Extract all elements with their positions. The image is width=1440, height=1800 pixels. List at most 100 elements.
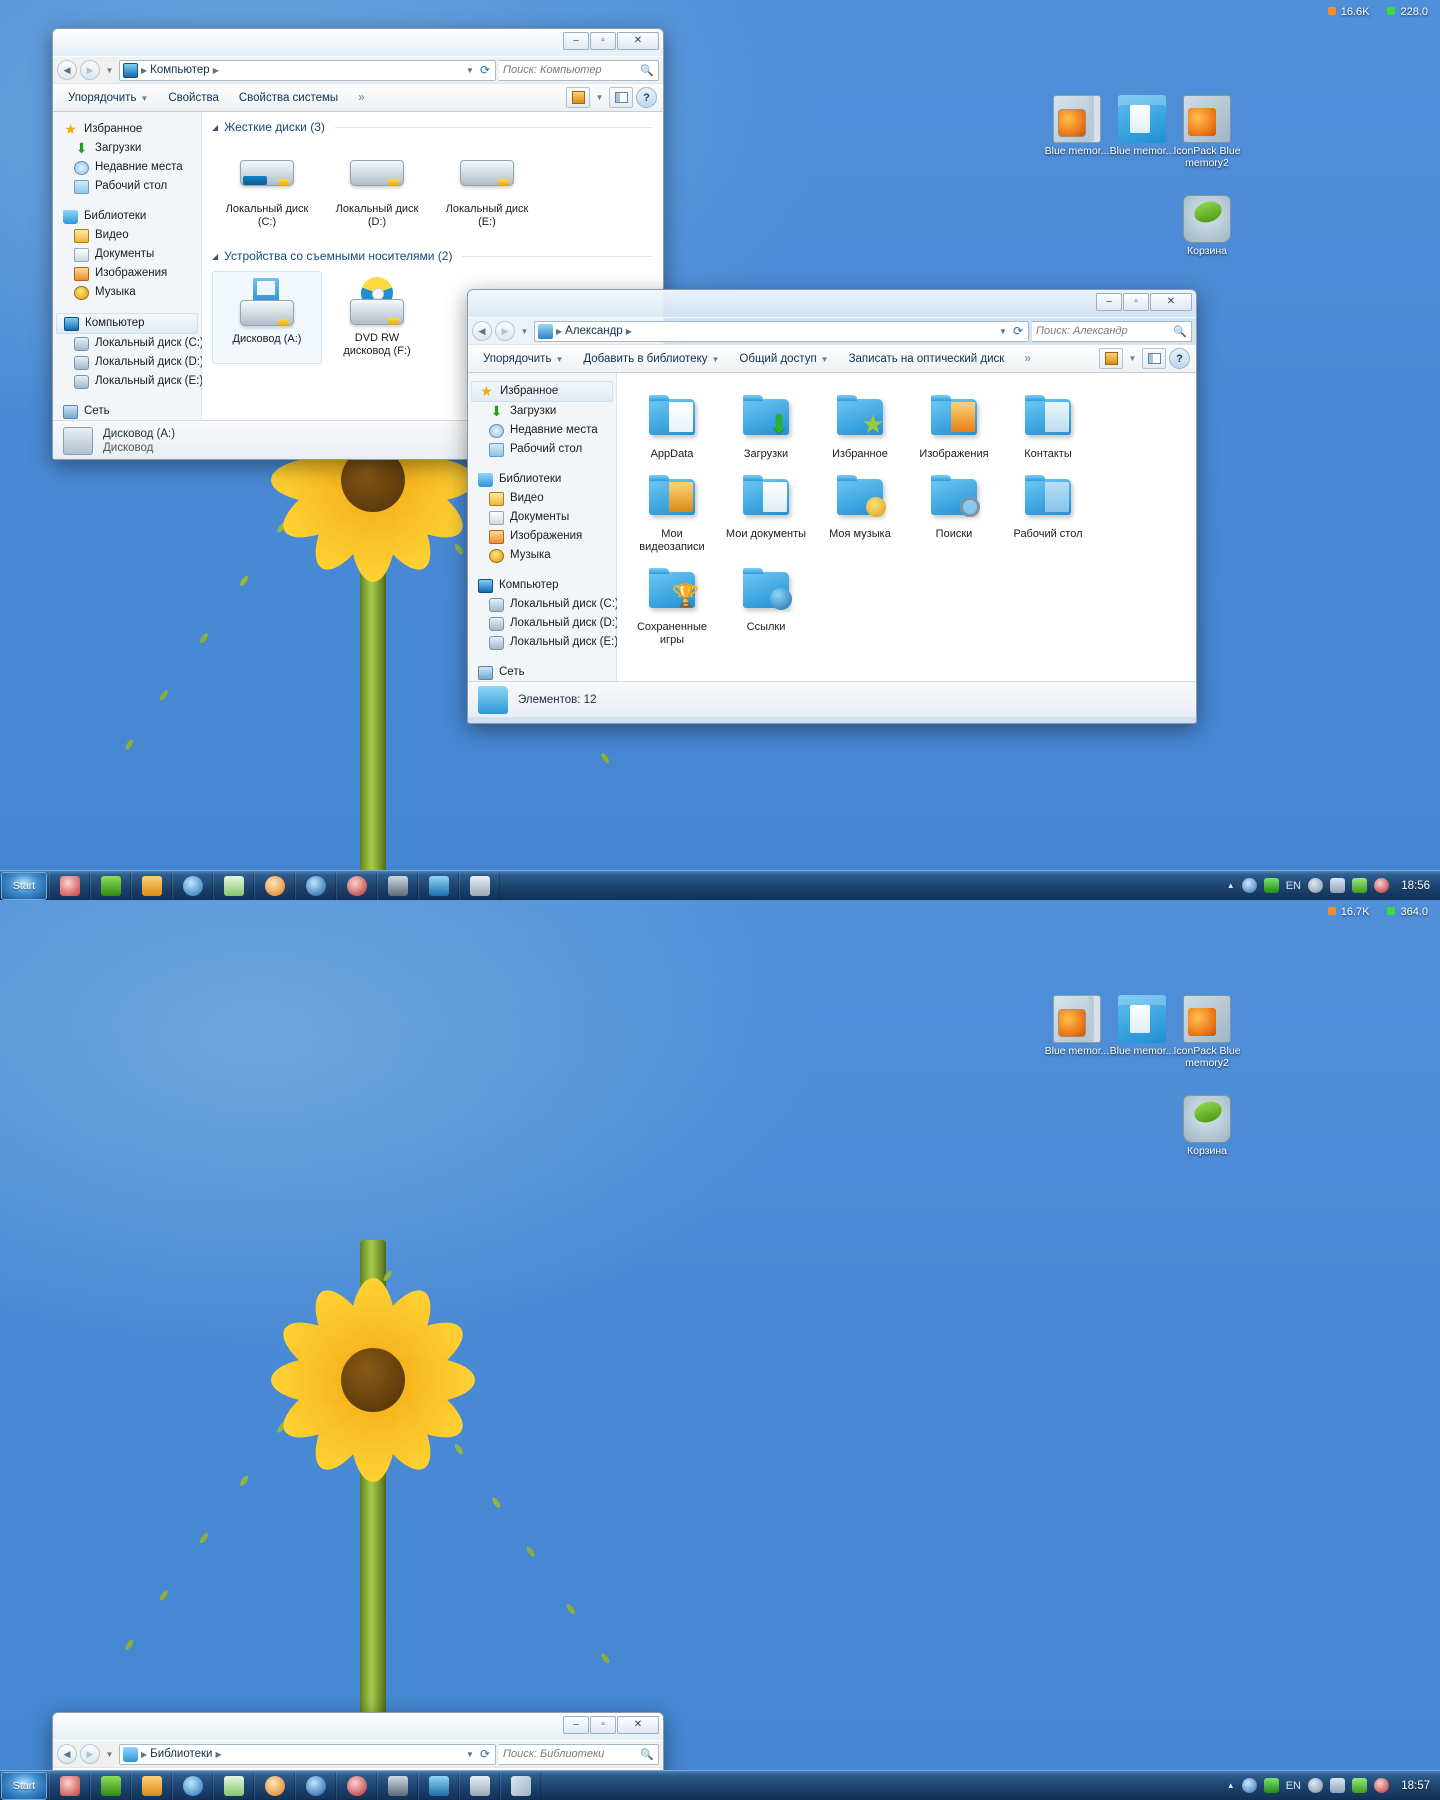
view-dropdown-icon[interactable]: ▼ (1126, 354, 1139, 363)
drive-tile-d[interactable]: Локальный диск (D:) (322, 142, 432, 235)
navigation-pane[interactable]: ★Избранное ⬇Загрузки Недавние места Рабо… (53, 112, 202, 420)
taskbar-item-11[interactable] (459, 872, 500, 900)
taskbar-item-2[interactable] (90, 1772, 131, 1800)
search-input[interactable]: Поиск: Александр 🔍 (1032, 321, 1192, 342)
taskbar-item-9[interactable] (377, 1772, 418, 1800)
chevron-down-icon[interactable]: ▼ (999, 327, 1007, 336)
titlebar[interactable]: – ▫ ✕ (468, 290, 1196, 318)
sidebar-item-pictures[interactable]: Изображения (53, 264, 201, 283)
refresh-icon[interactable]: ⟳ (480, 63, 490, 77)
tray-icon-play[interactable] (1264, 878, 1279, 893)
taskbar-item-1[interactable] (49, 1772, 90, 1800)
tray-icon-1[interactable] (1242, 1778, 1257, 1793)
breadcrumb-item[interactable]: Александр (565, 325, 623, 337)
folder-tile-videos[interactable]: Мои видеозаписи (625, 467, 719, 560)
folder-tiles[interactable]: AppData ⬇Загрузки ★Избранное Изображения… (617, 373, 1196, 667)
close-button[interactable]: ✕ (617, 32, 659, 50)
sidebar-item-video[interactable]: Видео (468, 489, 616, 508)
view-dropdown-icon[interactable]: ▼ (593, 93, 606, 102)
forward-button[interactable]: ▶ (495, 321, 515, 341)
language-indicator[interactable]: EN (1286, 1780, 1301, 1792)
minimize-button[interactable]: – (1096, 293, 1122, 311)
window-buttons[interactable]: – ▫ ✕ (1096, 293, 1192, 311)
sidebar-item-desktop[interactable]: Рабочий стол (53, 177, 201, 196)
address-bar[interactable]: ◀ ▶ ▼ ▶ Александр ▶ ▼ ⟳ Поиск: Александр… (468, 318, 1196, 344)
tray-icon-antivirus[interactable] (1374, 878, 1389, 893)
folder-tile-downloads[interactable]: ⬇Загрузки (719, 387, 813, 467)
tray-icon-1[interactable] (1242, 878, 1257, 893)
sidebar-item-video[interactable]: Видео (53, 226, 201, 245)
folder-tile-documents[interactable]: Мои документы (719, 467, 813, 560)
history-dropdown-icon[interactable]: ▼ (103, 1750, 116, 1759)
back-button[interactable]: ◀ (472, 321, 492, 341)
breadcrumb[interactable]: ▶ Александр ▶ ▼ ⟳ (534, 321, 1029, 342)
drive-tile-dvd-f[interactable]: DVD RW дисковод (F:) (322, 271, 432, 364)
taskbar-clock[interactable]: 18:56 (1396, 880, 1430, 892)
explorer-window-user[interactable]: – ▫ ✕ ◀ ▶ ▼ ▶ Александр ▶ ▼ ⟳ Поиск: Але… (467, 289, 1197, 724)
sidebar-item-downloads[interactable]: ⬇Загрузки (468, 402, 616, 421)
tray-icon-action-center[interactable] (1308, 878, 1323, 893)
forward-button[interactable]: ▶ (80, 1744, 100, 1764)
drive-tile-floppy-a[interactable]: Дисковод (A:) (212, 271, 322, 364)
preview-pane-button[interactable] (609, 87, 633, 108)
sidebar-item-music[interactable]: Музыка (53, 283, 201, 302)
address-bar[interactable]: ◀ ▶ ▼ ▶ Компьютер ▶ ▼ ⟳ Поиск: Компьютер… (53, 57, 663, 83)
system-tray[interactable]: ▲ EN 18:57 (1227, 1778, 1440, 1793)
taskbar-item-7[interactable] (295, 872, 336, 900)
preview-pane-button[interactable] (1142, 348, 1166, 369)
folder-tile-links[interactable]: Ссылки (719, 560, 813, 653)
taskbar-item-4[interactable] (172, 872, 213, 900)
tray-icon-volume[interactable] (1330, 878, 1345, 893)
navigation-pane[interactable]: ★Избранное ⬇Загрузки Недавние места Рабо… (468, 373, 617, 681)
taskbar-bottom[interactable]: Start ▲ EN 18:57 (0, 1770, 1440, 1800)
more-commands-button[interactable]: » (1015, 349, 1039, 369)
history-dropdown-icon[interactable]: ▼ (103, 66, 116, 75)
breadcrumb-item[interactable]: Библиотеки (150, 1748, 212, 1760)
breadcrumb[interactable]: ▶ Компьютер ▶ ▼ ⟳ (119, 60, 496, 81)
taskbar-item-winrar[interactable] (500, 1772, 541, 1800)
folder-tile-appdata[interactable]: AppData (625, 387, 719, 467)
sidebar-item-drive-c[interactable]: Локальный диск (C:) (468, 595, 616, 614)
taskbar-clock[interactable]: 18:57 (1396, 1780, 1430, 1792)
sidebar-item-drive-c[interactable]: Локальный диск (C:) (53, 334, 201, 353)
address-bar[interactable]: ◀ ▶ ▼ ▶ Библиотеки ▶ ▼ ⟳ Поиск: Библиоте… (53, 1741, 663, 1767)
system-properties-button[interactable]: Свойства системы (230, 88, 347, 108)
maximize-button[interactable]: ▫ (590, 32, 616, 50)
taskbar-item-8[interactable] (336, 1772, 377, 1800)
taskbar-item-5[interactable] (213, 1772, 254, 1800)
sidebar-item-drive-e[interactable]: Локальный диск (E:) (53, 372, 201, 391)
minimize-button[interactable]: – (563, 32, 589, 50)
sidebar-item-documents[interactable]: Документы (468, 508, 616, 527)
sidebar-item-documents[interactable]: Документы (53, 245, 201, 264)
sidebar-item-recent-places[interactable]: Недавние места (53, 158, 201, 177)
desktop-icon-recycle-bin[interactable]: Корзина (1164, 195, 1250, 258)
desktop-icon-iconpack-exe[interactable]: IconPack Blue memory2 (1164, 995, 1250, 1069)
sidebar-item-drive-d[interactable]: Локальный диск (D:) (53, 353, 201, 372)
search-input[interactable]: Поиск: Библиотеки 🔍 (499, 1744, 659, 1765)
collapse-triangle-icon[interactable]: ◢ (212, 123, 218, 132)
sidebar-item-drive-e[interactable]: Локальный диск (E:) (468, 633, 616, 652)
tray-icon-network[interactable] (1352, 878, 1367, 893)
taskbar-item-3[interactable] (131, 1772, 172, 1800)
taskbar-item-9[interactable] (377, 872, 418, 900)
taskbar-item-1[interactable] (49, 872, 90, 900)
sidebar-item-desktop[interactable]: Рабочий стол (468, 440, 616, 459)
drive-tile-e[interactable]: Локальный диск (E:) (432, 142, 542, 235)
help-button[interactable]: ? (1169, 348, 1190, 369)
sidebar-item-downloads[interactable]: ⬇Загрузки (53, 139, 201, 158)
command-bar[interactable]: Упорядочить▼ Свойства Свойства системы »… (53, 83, 663, 112)
taskbar-item-8[interactable] (336, 872, 377, 900)
tray-icon-antivirus[interactable] (1374, 1778, 1389, 1793)
close-button[interactable]: ✕ (617, 1716, 659, 1734)
sidebar-item-recent-places[interactable]: Недавние места (468, 421, 616, 440)
group-header-hard-drives[interactable]: ◢ Жесткие диски (3) (202, 112, 663, 136)
folder-tile-favorites[interactable]: ★Избранное (813, 387, 907, 467)
titlebar[interactable]: – ▫ ✕ (53, 29, 663, 57)
sidebar-item-network[interactable]: Сеть (468, 663, 616, 682)
desktop-icon-iconpack-exe[interactable]: IconPack Blue memory2 (1164, 95, 1250, 169)
folder-tile-saved-games[interactable]: 🏆Сохраненные игры (625, 560, 719, 653)
folder-tile-pictures[interactable]: Изображения (907, 387, 1001, 467)
taskbar-item-2[interactable] (90, 872, 131, 900)
back-button[interactable]: ◀ (57, 1744, 77, 1764)
change-view-button[interactable] (566, 87, 590, 108)
